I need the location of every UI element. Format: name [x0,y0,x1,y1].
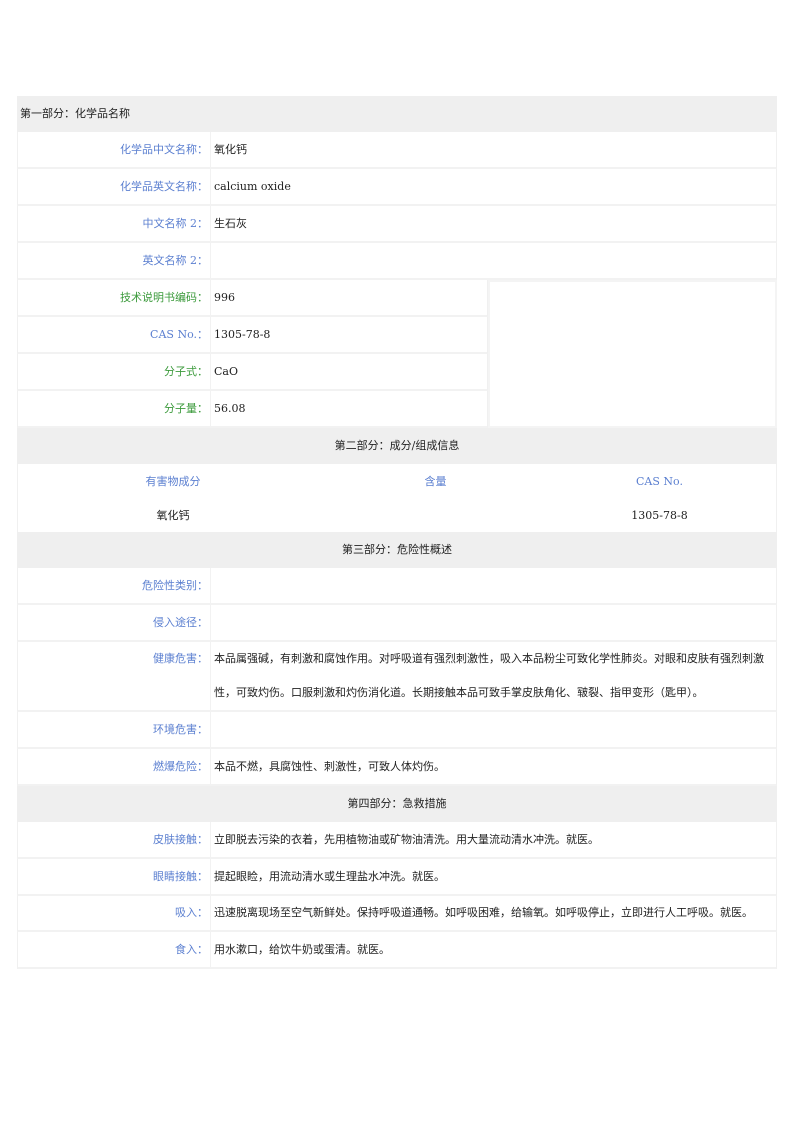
field-label: CAS No.： [18,317,211,352]
field-value [211,243,776,278]
field-label: 危险性类别： [18,568,211,603]
cell-content [328,500,543,532]
field-row-cn-name: 化学品中文名称： 氧化钙 [17,132,777,169]
field-label: 环境危害： [18,712,211,747]
field-row-fire-explosion: 燃爆危险： 本品不燃，具腐蚀性、刺激性，可致人体灼伤。 [17,749,777,786]
field-row-en-name-2: 英文名称 2： [17,243,777,280]
field-value [211,605,776,640]
field-label: 燃爆危险： [18,749,211,784]
composition-row: 氧化钙 1305-78-8 [18,500,776,532]
field-label: 技术说明书编码： [18,280,211,315]
field-value: 56.08 [214,402,246,415]
field-row-mol-weight: 分子量： 56.08 [17,391,488,428]
section-1-split: 技术说明书编码： 996 CAS No.： 1305-78-8 分子式： CaO… [17,280,777,428]
field-value: 提起眼睑，用流动清水或生理盐水冲洗。就医。 [214,870,445,883]
field-row-hazard-class: 危险性类别： [17,568,777,605]
field-value: 本品不燃，具腐蚀性、刺激性，可致人体灼伤。 [214,760,445,773]
field-value: 立即脱去污染的衣着，先用植物油或矿物油清洗。用大量流动清水冲洗。就医。 [214,833,599,846]
field-row-eye-contact: 眼睛接触： 提起眼睑，用流动清水或生理盐水冲洗。就医。 [17,859,777,896]
field-row-exposure-route: 侵入途径： [17,605,777,642]
field-row-inhalation: 吸入： 迅速脱离现场至空气新鲜处。保持呼吸道通畅。如呼吸困难，给输氧。如呼吸停止… [17,896,777,932]
section-3-title: 第三部分：危险性概述 [17,532,777,568]
composition-header-row: 有害物成分 含量 CAS No. [18,464,776,500]
field-label: 食入： [18,932,211,967]
field-value: 1305-78-8 [214,328,271,341]
section-2-title: 第二部分：成分/组成信息 [17,428,777,464]
field-value: CaO [214,365,238,378]
section-1-left: 技术说明书编码： 996 CAS No.： 1305-78-8 分子式： CaO… [17,280,488,428]
field-label: 健康危害： [18,642,211,710]
field-label: 侵入途径： [18,605,211,640]
field-value: 用水漱口，给饮牛奶或蛋清。就医。 [214,943,390,956]
field-label: 吸入： [18,896,211,930]
field-row-health-hazard: 健康危害： 本品属强碱，有刺激和腐蚀作用。对呼吸道有强烈刺激性，吸入本品粉尘可致… [17,642,777,712]
composition-table: 有害物成分 含量 CAS No. 氧化钙 1305-78-8 [17,464,777,532]
field-label: 中文名称 2： [18,206,211,241]
field-label: 眼睛接触： [18,859,211,894]
field-value: 生石灰 [214,217,247,230]
field-row-ingestion: 食入： 用水漱口，给饮牛奶或蛋清。就医。 [17,932,777,969]
header-hazardous-component: 有害物成分 [145,475,201,488]
section-4-title: 第四部分：急救措施 [17,786,777,822]
header-content: 含量 [424,475,447,488]
field-label: 化学品中文名称： [18,132,211,167]
section-1-title: 第一部分：化学品名称 [17,96,777,132]
header-cas-no: CAS No. [636,475,683,488]
field-label: 化学品英文名称： [18,169,211,204]
field-label: 分子式： [18,354,211,389]
field-value [211,712,776,747]
cell-cas: 1305-78-8 [631,509,688,522]
field-row-spec-code: 技术说明书编码： 996 [17,280,488,317]
field-row-en-name: 化学品英文名称： calcium oxide [17,169,777,206]
field-value: 迅速脱离现场至空气新鲜处。保持呼吸道通畅。如呼吸困难，给输氧。如呼吸停止，立即进… [214,906,753,919]
field-row-cn-name-2: 中文名称 2： 生石灰 [17,206,777,243]
field-value: 本品属强碱，有刺激和腐蚀作用。对呼吸道有强烈刺激性，吸入本品粉尘可致化学性肺炎。… [214,652,764,699]
field-value [211,568,776,603]
field-row-env-hazard: 环境危害： [17,712,777,749]
field-value: calcium oxide [214,180,291,193]
field-row-skin-contact: 皮肤接触： 立即脱去污染的衣着，先用植物油或矿物油清洗。用大量流动清水冲洗。就医… [17,822,777,859]
field-label: 皮肤接触： [18,822,211,857]
field-row-formula: 分子式： CaO [17,354,488,391]
field-label: 英文名称 2： [18,243,211,278]
field-value: 996 [214,291,235,304]
field-label: 分子量： [18,391,211,426]
field-row-cas: CAS No.： 1305-78-8 [17,317,488,354]
structure-image-placeholder [488,280,777,428]
field-value: 氧化钙 [214,143,247,156]
cell-component: 氧化钙 [156,509,190,522]
msds-document: 第一部分：化学品名称 化学品中文名称： 氧化钙 化学品英文名称： calcium… [17,96,777,969]
